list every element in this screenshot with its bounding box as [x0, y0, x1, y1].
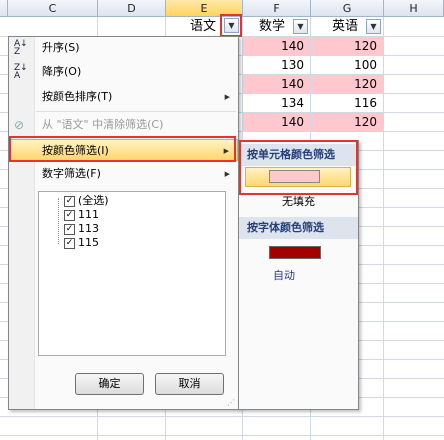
header-cell-math[interactable]: 数学 [243, 17, 291, 36]
data-cell[interactable]: 140 [243, 113, 310, 132]
select-all-corner[interactable] [0, 0, 8, 17]
auto-font-color-option[interactable]: 自动 [239, 266, 329, 286]
menu-item-label: 按颜色排序(T) [42, 90, 113, 103]
checkbox-checked-icon[interactable]: ✓ [64, 223, 75, 235]
menu-separator [36, 111, 236, 112]
data-cell[interactable]: 120 [311, 113, 383, 132]
checkbox-checked-icon[interactable]: ✓ [64, 195, 75, 207]
data-cell[interactable]: 140 [243, 37, 310, 56]
filter-dropdown-button-f[interactable]: ▼ [293, 19, 308, 34]
resize-grip-icon[interactable]: ⋰ [227, 398, 236, 407]
sort-ascending-icon: A↓ Z [14, 39, 28, 57]
gridline [0, 416, 444, 417]
checkbox-checked-icon[interactable]: ✓ [64, 209, 75, 221]
menu-item-sort-by-color[interactable]: 按颜色排序(T) ▶ [9, 86, 238, 108]
checklist-label: (全选) [78, 194, 109, 207]
checklist-item[interactable]: ✓ 113 [64, 222, 99, 236]
font-color-section-title: 按字体颜色筛选 [239, 217, 358, 239]
checklist-label: 113 [78, 222, 99, 235]
checklist-item[interactable]: ✓ 111 [64, 208, 99, 222]
menu-item-label: 升序(S) [42, 41, 80, 54]
tree-connector [58, 198, 59, 244]
menu-item-label: 从 "语文" 中清除筛选(C) [42, 118, 164, 131]
header-cell-chinese[interactable]: 语文 [166, 17, 222, 36]
checklist-label: 111 [78, 208, 99, 221]
column-header-g[interactable]: G [311, 0, 384, 17]
gridline [0, 435, 444, 436]
column-header-c[interactable]: C [8, 0, 98, 17]
column-header-h[interactable]: H [384, 0, 444, 17]
font-color-swatch[interactable] [269, 246, 321, 259]
menu-item-highlight-frame [9, 136, 236, 162]
sort-descending-icon: Z↓ A [14, 63, 28, 81]
menu-item-label: 数字筛选(F) [42, 167, 101, 180]
submenu-arrow-icon: ▶ [224, 93, 230, 101]
submenu-highlight-frame [239, 140, 358, 195]
data-cell[interactable]: 140 [243, 75, 310, 94]
menu-item-label: 降序(O) [42, 65, 82, 78]
clear-filter-icon: ⊘ [14, 118, 25, 132]
column-header-f[interactable]: F [243, 0, 311, 17]
filter-dropdown-button-e[interactable]: ▼ [224, 18, 239, 33]
header-cell-english[interactable]: 英语 [311, 17, 364, 36]
submenu-arrow-icon: ▶ [224, 170, 230, 178]
checklist-item-select-all[interactable]: ✓ (全选) [64, 194, 109, 208]
menu-item-sort-ascending[interactable]: A↓ Z 升序(S) [9, 37, 238, 59]
menu-item-number-filter[interactable]: 数字筛选(F) ▶ [9, 163, 238, 185]
filter-dropdown-button-g[interactable]: ▼ [366, 19, 381, 34]
data-cell[interactable]: 120 [311, 37, 383, 56]
column-header-d[interactable]: D [98, 0, 166, 17]
data-cell[interactable]: 130 [243, 56, 310, 75]
data-cell[interactable]: 116 [311, 94, 383, 113]
ok-button[interactable]: 确定 [75, 373, 144, 395]
menu-item-clear-filter: ⊘ 从 "语文" 中清除筛选(C) [9, 114, 238, 136]
gridline [383, 17, 384, 440]
data-cell[interactable]: 100 [311, 56, 383, 75]
checklist-label: 115 [78, 236, 99, 249]
data-cell[interactable]: 134 [243, 94, 310, 113]
checkbox-checked-icon[interactable]: ✓ [64, 237, 75, 249]
data-cell[interactable]: 120 [311, 75, 383, 94]
menu-item-sort-descending[interactable]: Z↓ A 降序(O) [9, 61, 238, 83]
checklist-item[interactable]: ✓ 115 [64, 236, 99, 250]
cancel-button[interactable]: 取消 [155, 373, 224, 395]
no-fill-option[interactable]: 无填充 [239, 192, 358, 212]
